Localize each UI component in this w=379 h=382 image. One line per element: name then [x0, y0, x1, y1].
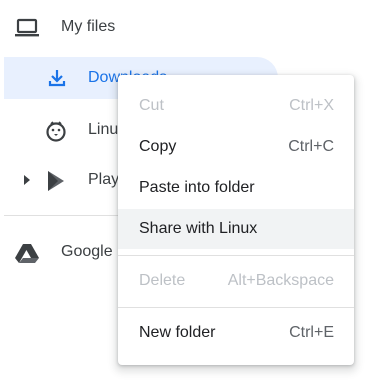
- expand-arrow-icon[interactable]: [22, 173, 32, 187]
- sidebar-divider: [4, 215, 134, 216]
- menu-item-label: New folder: [139, 324, 216, 341]
- menu-item-label: Delete: [139, 272, 186, 289]
- play-store-icon: [44, 169, 68, 193]
- menu-separator: [118, 255, 354, 256]
- menu-item-label: Cut: [139, 97, 164, 114]
- sidebar-item-label: My files: [61, 18, 116, 35]
- menu-item-share-with-linux[interactable]: Share with Linux: [118, 209, 354, 249]
- menu-item-shortcut: Alt+Backspace: [227, 272, 334, 289]
- menu-item-label: Paste into folder: [139, 179, 255, 196]
- menu-item-label: Share with Linux: [139, 220, 258, 237]
- menu-item-shortcut: Ctrl+X: [289, 97, 334, 114]
- menu-item-shortcut: Ctrl+E: [289, 324, 334, 341]
- menu-item-new-folder[interactable]: New folder Ctrl+E: [118, 313, 354, 353]
- menu-item-label: Copy: [139, 138, 177, 155]
- menu-item-cut[interactable]: Cut Ctrl+X: [118, 86, 354, 126]
- laptop-icon: [14, 16, 40, 40]
- menu-item-copy[interactable]: Copy Ctrl+C: [118, 127, 354, 167]
- menu-separator: [118, 307, 354, 308]
- google-drive-icon: [14, 241, 40, 265]
- menu-item-paste-into-folder[interactable]: Paste into folder: [118, 168, 354, 208]
- context-menu: Cut Ctrl+X Copy Ctrl+C Paste into folder…: [118, 75, 354, 365]
- sidebar-item-my-files[interactable]: My files: [0, 5, 379, 51]
- menu-item-delete[interactable]: Delete Alt+Backspace: [118, 261, 354, 301]
- download-icon: [46, 67, 68, 89]
- files-app-window: My files Downloads Linux files: [0, 0, 379, 382]
- penguin-icon: [44, 119, 68, 143]
- menu-item-shortcut: Ctrl+C: [288, 138, 334, 155]
